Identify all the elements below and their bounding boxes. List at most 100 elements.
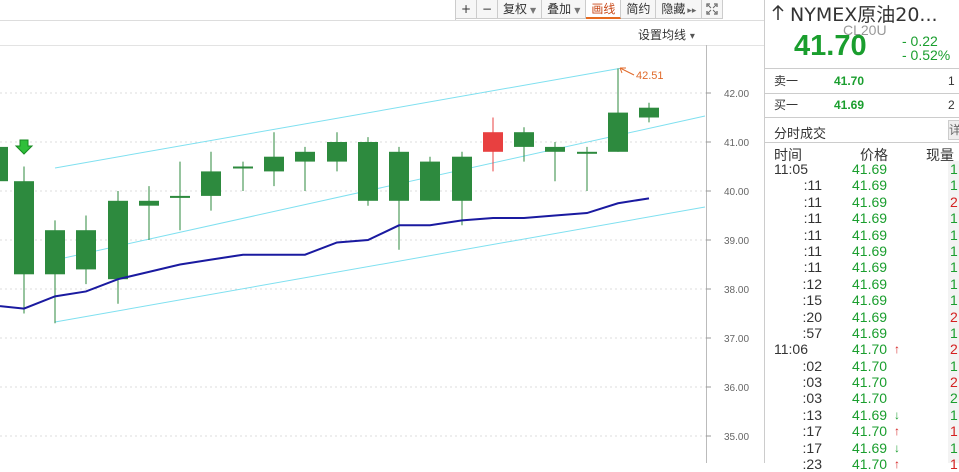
hide-button[interactable]: 隐藏 ▸▸ [656, 0, 703, 19]
tick-price: 41.69 [852, 406, 888, 423]
tick-row: :11 41.69 1 [774, 259, 959, 275]
adjust-dropdown[interactable]: 复权 ▼ [498, 0, 543, 19]
zoom-in-button[interactable]: + [456, 0, 477, 19]
tick-time: :11 [803, 193, 822, 210]
kline-chart[interactable]: 42.00 41.00 40.00 39.00 38.00 37.00 36.00 35.00… [0, 0, 764, 463]
tick-volume: 2 [950, 374, 958, 391]
candle-body [358, 142, 378, 201]
candle-body [483, 132, 503, 152]
y-tick-label: 37.00 [724, 334, 749, 345]
hide-label: 隐藏 [661, 2, 686, 16]
candle-body [233, 166, 253, 169]
change-percent: - 0.52% [902, 47, 951, 63]
double-chevron-right-icon: ▸▸ [687, 6, 697, 16]
tick-volume: 1 [950, 275, 958, 292]
tick-price: 41.70 [852, 423, 888, 440]
tick-time: :11 [803, 226, 822, 243]
ticks-title: 分时成交 [774, 127, 827, 142]
channel-line [54, 206, 706, 323]
candle-body [264, 156, 284, 172]
tick-price: 41.69 [852, 439, 888, 456]
candle-body [170, 195, 190, 198]
overlay-dropdown[interactable]: 叠加 ▼ [542, 0, 587, 19]
tick-row: :11 41.69 1 [774, 177, 959, 193]
caret-down-icon: ▼ [530, 6, 537, 15]
candle-body [45, 230, 65, 275]
candle-body [14, 181, 34, 275]
up-arrow-icon[interactable] [772, 4, 784, 24]
tick-price: 41.69 [852, 275, 888, 292]
candle-body [0, 146, 8, 182]
divider [764, 93, 959, 94]
candle-body [139, 200, 159, 206]
candle-body [108, 200, 128, 280]
tick-price: 41.70 [852, 390, 888, 407]
ask-price: 41.70 [834, 74, 865, 88]
candle-body [389, 151, 409, 201]
candle-body [514, 132, 534, 147]
divider [764, 142, 959, 143]
tick-row: :20 41.69 2 [774, 309, 959, 325]
tick-time: :17 [802, 439, 822, 456]
down-arrow-icon: ↓ [894, 407, 900, 422]
ask-volume: 1 [948, 74, 955, 88]
fullscreen-icon [706, 3, 719, 15]
max-annotation-line [619, 67, 635, 76]
tick-volume: 2 [950, 193, 958, 210]
tick-row: :03 41.70 2 [774, 374, 959, 390]
candle-body [639, 107, 659, 118]
tick-row: :23 41.70 ↑ 1 [774, 456, 959, 472]
tick-price: 41.69 [852, 210, 888, 227]
draw-line-button[interactable]: 画线 [586, 0, 622, 19]
tick-volume: 1 [950, 259, 958, 276]
up-arrow-icon: ↑ [894, 342, 900, 357]
tick-row: 11:06 41.70 ↑ 2 [774, 341, 959, 357]
tick-volume: 1 [950, 292, 958, 309]
ticks-list: 11:05 41.69 1:11 41.69 1:11 41.69 2:11 41.69 1:1… [774, 161, 959, 472]
y-tick-label: 39.00 [724, 236, 749, 247]
tick-row: 11:05 41.69 1 [774, 161, 959, 177]
ma-setting-label: 设置均线 [638, 28, 687, 42]
tick-volume: 1 [950, 406, 958, 423]
tick-volume: 1 [950, 357, 958, 374]
bid-volume: 2 [948, 98, 955, 112]
tick-time: :20 [802, 308, 822, 325]
tick-price: 41.69 [852, 242, 888, 259]
tick-price: 41.69 [852, 324, 888, 341]
tick-volume: 1 [950, 177, 958, 194]
tick-row: :17 41.70 ↑ 1 [774, 423, 959, 439]
simple-mode-button[interactable]: 简约 [621, 0, 657, 19]
tick-time: 11:05 [774, 161, 808, 177]
tick-row: :13 41.69 ↓ 1 [774, 407, 959, 423]
tick-volume: 1 [950, 242, 958, 259]
tick-row: :57 41.69 1 [774, 325, 959, 341]
fullscreen-button[interactable] [702, 0, 724, 19]
zoom-out-button[interactable]: − [477, 0, 498, 19]
candle-body [295, 151, 315, 162]
tick-time: :12 [802, 275, 822, 292]
ma-setting-dropdown[interactable]: 设置均线 ▾ [638, 26, 695, 43]
order-book-ask: 卖一 41.70 1 [774, 72, 959, 90]
adjust-label: 复权 [503, 2, 528, 16]
tick-volume: 2 [950, 390, 958, 407]
tick-row: :11 41.69 1 [774, 243, 959, 259]
kline-chart-area[interactable]: 42.00 41.00 40.00 39.00 38.00 37.00 36.00 35.00… [0, 0, 764, 463]
up-arrow-icon: ↑ [894, 424, 900, 439]
tick-volume: 1 [950, 423, 958, 440]
ticks-detail-button[interactable]: 详 [948, 120, 959, 140]
tick-price: 41.70 [852, 374, 888, 391]
tick-price: 41.69 [852, 177, 888, 194]
tick-time: :11 [803, 210, 822, 227]
candle-body [201, 171, 221, 196]
tick-time: :02 [802, 357, 822, 374]
tick-price: 41.69 [852, 226, 888, 243]
tick-row: :11 41.69 2 [774, 194, 959, 210]
y-tick-label: 36.00 [724, 383, 749, 394]
caret-down-icon: ▾ [689, 31, 695, 42]
tick-price: 41.69 [852, 292, 888, 309]
tick-price: 41.70 [852, 341, 888, 358]
candle-body [76, 230, 96, 270]
tick-volume: 1 [950, 456, 958, 472]
tick-row: :11 41.69 1 [774, 227, 959, 243]
y-tick-label: 38.00 [724, 285, 749, 296]
